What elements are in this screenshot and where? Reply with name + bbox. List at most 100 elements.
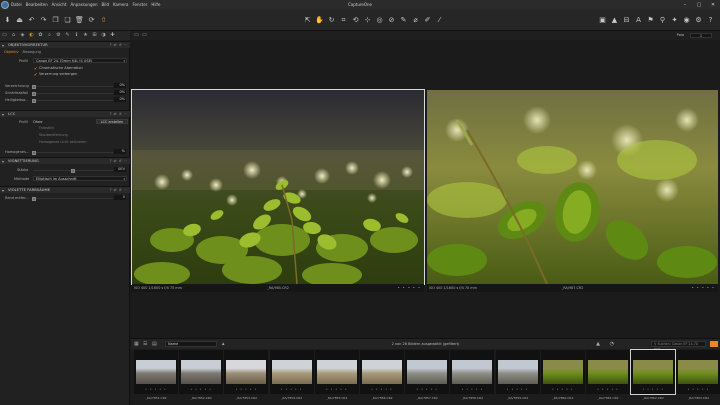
thumbnail-image[interactable]: • • • • • (630, 349, 677, 395)
panel-tool-7-icon[interactable]: ◉ (682, 16, 691, 25)
reset-icon[interactable]: ↺ (119, 159, 122, 163)
thumbnail-rating[interactable]: • • • • • (270, 387, 314, 391)
help-icon[interactable]: ? (110, 188, 112, 192)
cursor-tool-7-icon[interactable]: ⊘ (387, 16, 396, 25)
thumbnail-image[interactable]: • • • • • (495, 350, 540, 394)
thumbnail-rating[interactable]: • • • • • (450, 387, 494, 391)
uniform-light-option[interactable]: Homogenes Licht aktivieren (39, 140, 86, 145)
paste-icon[interactable]: ❏ (63, 16, 72, 25)
help-icon[interactable]: ? (110, 43, 112, 47)
panel-tool-2-icon[interactable]: ⊟ (622, 16, 631, 25)
lens-profile-dropdown[interactable]: Canon EF 24-70mm f/4L IS USM ▾ (33, 58, 127, 63)
single-view-icon[interactable]: ▭ (134, 32, 139, 38)
cursor-tool-2-icon[interactable]: ↻ (327, 16, 336, 25)
tool-tab-2-icon[interactable]: ◈ (19, 32, 26, 39)
search-input[interactable]: ⚲ Suchen: Canon EF 24-70 mm (651, 341, 706, 351)
copy-icon[interactable]: ⇄ (114, 159, 117, 163)
cursor-tool-4-icon[interactable]: ⟲ (351, 16, 360, 25)
thumbnail-image[interactable]: • • • • • (179, 350, 224, 394)
thumbnail[interactable]: • • • • • _RA/7852.CR2 (179, 350, 224, 403)
thumbnail-rating[interactable]: • • • • • (315, 387, 359, 391)
thumbnail[interactable]: • • • • • _RA/7861.CR2 (586, 350, 630, 403)
cursor-tool-1-icon[interactable]: ✋ (315, 16, 324, 25)
tool-tab-4-icon[interactable]: ✿ (37, 32, 44, 39)
tool-tab-1-icon[interactable]: ⌂ (10, 32, 17, 39)
cursor-tool-5-icon[interactable]: ⊹ (363, 16, 372, 25)
slider-knob[interactable] (32, 197, 36, 201)
defringe-value[interactable]: 0 (114, 195, 126, 200)
cursor-tool-11-icon[interactable]: ⁄ (435, 16, 444, 25)
thumbnail[interactable]: • • • • • _RA/7858.CR2 (450, 350, 495, 403)
thumbnail[interactable]: • • • • • _RA/7857.CR2 (405, 350, 450, 403)
rating-stars[interactable]: • • • • • (692, 284, 715, 292)
sharpness-slider[interactable] (32, 92, 113, 96)
collapse-icon[interactable]: ▾ (2, 159, 4, 164)
thumbnail-image[interactable]: • • • • • (314, 350, 359, 394)
tool-tab-5-icon[interactable]: ⌕ (46, 32, 53, 39)
maximize-icon[interactable]: ▢ (692, 0, 706, 10)
reset-icon[interactable]: ↺ (119, 112, 122, 116)
menu-icon[interactable]: ⋯ (124, 112, 128, 116)
eject-icon[interactable]: ⏏ (15, 16, 24, 25)
minimize-icon[interactable]: – (678, 0, 692, 10)
thumbnail[interactable]: • • • • • _RA/7859.CR2 (495, 350, 540, 403)
tool-tab-9-icon[interactable]: ★ (82, 32, 89, 39)
thumbnail-image[interactable]: • • • • • (360, 350, 404, 394)
help-icon[interactable]: ? (110, 112, 112, 116)
panel-tool-1-icon[interactable]: ▲ (610, 16, 619, 25)
color-tag-icon[interactable] (710, 341, 718, 347)
hide-distortion-checkbox[interactable]: ✔ (34, 73, 38, 77)
copy-icon[interactable]: ⇄ (114, 188, 117, 192)
thumbnail-image[interactable]: • • • • • (405, 350, 450, 394)
thumbnail-rating[interactable]: • • • • • (360, 387, 404, 391)
distortion-slider[interactable] (32, 85, 113, 89)
create-lcc-button[interactable]: LCC erstellen (96, 119, 128, 124)
thumbnail-rating[interactable]: • • • • • (134, 387, 178, 391)
thumbnail-rating[interactable]: • • • • • (586, 387, 630, 391)
tool-tab-6-icon[interactable]: ⚙ (55, 32, 62, 39)
vignette-strength-value[interactable]: 0EV (114, 167, 126, 172)
undo-icon[interactable]: ↶ (27, 16, 36, 25)
section-purple-fringe[interactable]: ▾ VIOLETTE FARBSÄUME ? ⇄ ↺ ⋯ (0, 186, 130, 193)
slider-knob[interactable] (32, 92, 36, 96)
rotate-icon[interactable]: ⟳ (87, 16, 96, 25)
copy-icon[interactable]: ⇄ (114, 112, 117, 116)
redo-icon[interactable]: ↷ (39, 16, 48, 25)
rating-stars[interactable]: • • • • • (398, 284, 421, 292)
tool-tab-7-icon[interactable]: ✎ (64, 32, 71, 39)
tool-tab-0-icon[interactable]: ▭ (1, 32, 8, 39)
cursor-tool-3-icon[interactable]: ⌗ (339, 16, 348, 25)
thumbnail-rating[interactable]: • • • • • (676, 387, 720, 391)
panel-tool-3-icon[interactable]: A (634, 16, 643, 25)
thumbnail-rating[interactable]: • • • • • (541, 387, 585, 391)
thumbnail-image[interactable]: • • • • • (586, 350, 630, 394)
user-icon[interactable]: ▲ (596, 341, 600, 347)
cursor-tool-8-icon[interactable]: ✎ (399, 16, 408, 25)
thumbnail-image[interactable]: • • • • • (540, 350, 585, 394)
collapse-icon[interactable]: ▾ (2, 112, 4, 117)
sharpness-value[interactable]: 0% (114, 90, 126, 95)
reset-icon[interactable]: ↺ (119, 43, 122, 47)
panel-tool-5-icon[interactable]: ⚲ (658, 16, 667, 25)
multi-view-icon[interactable]: ▭ (142, 32, 147, 38)
panel-tool-8-icon[interactable]: ⚙ (694, 16, 703, 25)
help-icon[interactable]: ? (110, 159, 112, 163)
thumbnail-rating[interactable]: • • • • • (496, 387, 540, 391)
slider-knob[interactable] (32, 99, 36, 103)
color-cast-option[interactable]: Farbstich (39, 126, 54, 131)
thumbnail[interactable]: • • • • • _RA/7853.CR2 (224, 350, 269, 403)
copy-icon[interactable]: ⇄ (114, 43, 117, 47)
lcc-profile-value[interactable]: Ohne (33, 119, 42, 125)
thumbnail-image[interactable]: • • • • • (676, 350, 720, 394)
trash-icon[interactable]: 🗑 (75, 16, 84, 25)
thumbnail-image[interactable]: • • • • • (134, 350, 178, 394)
cursor-tool-6-icon[interactable]: ◎ (375, 16, 384, 25)
tool-tab-11-icon[interactable]: ◑ (100, 32, 107, 39)
panel-tool-9-icon[interactable]: ? (706, 16, 715, 25)
uniform-light-value[interactable]: % (114, 149, 126, 154)
thumbnail-image[interactable]: • • • • • (269, 350, 314, 394)
tool-tab-12-icon[interactable]: ✚ (109, 32, 116, 39)
light-falloff-value[interactable]: 0% (114, 97, 126, 102)
section-lcc[interactable]: ▾ LCC ? ⇄ ↺ ⋯ (0, 110, 130, 117)
import-icon[interactable]: ⬇ (3, 16, 12, 25)
